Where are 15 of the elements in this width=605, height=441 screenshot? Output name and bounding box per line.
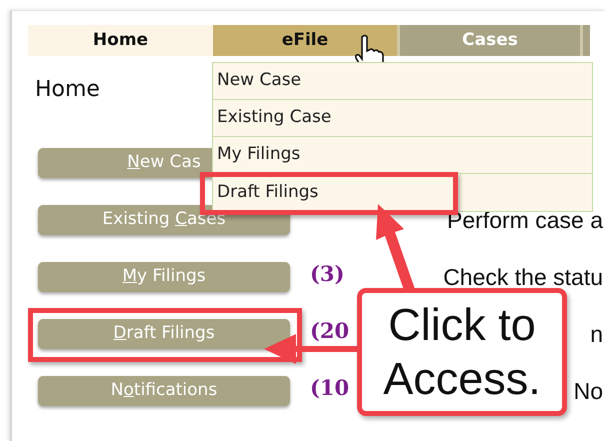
tab-edge — [580, 25, 590, 56]
callout-text: Access. — [382, 352, 542, 406]
dropdown-item[interactable]: Draft Filings — [217, 180, 318, 206]
nav-tab[interactable]: Home — [28, 25, 213, 56]
nav-tab[interactable]: eFile — [213, 25, 397, 56]
callout-text: Click to — [387, 298, 537, 352]
item-count: (10 — [310, 375, 350, 400]
description-text: n — [590, 320, 603, 347]
description-text: No — [574, 378, 603, 404]
description-text: Check the statu — [443, 264, 603, 290]
dropdown-item[interactable]: Existing Case — [217, 105, 332, 131]
dropdown-item[interactable]: New Case — [217, 68, 302, 94]
item-count: (3) — [310, 261, 344, 286]
page-heading: Home — [35, 78, 100, 102]
item-count: (20 — [310, 318, 350, 344]
